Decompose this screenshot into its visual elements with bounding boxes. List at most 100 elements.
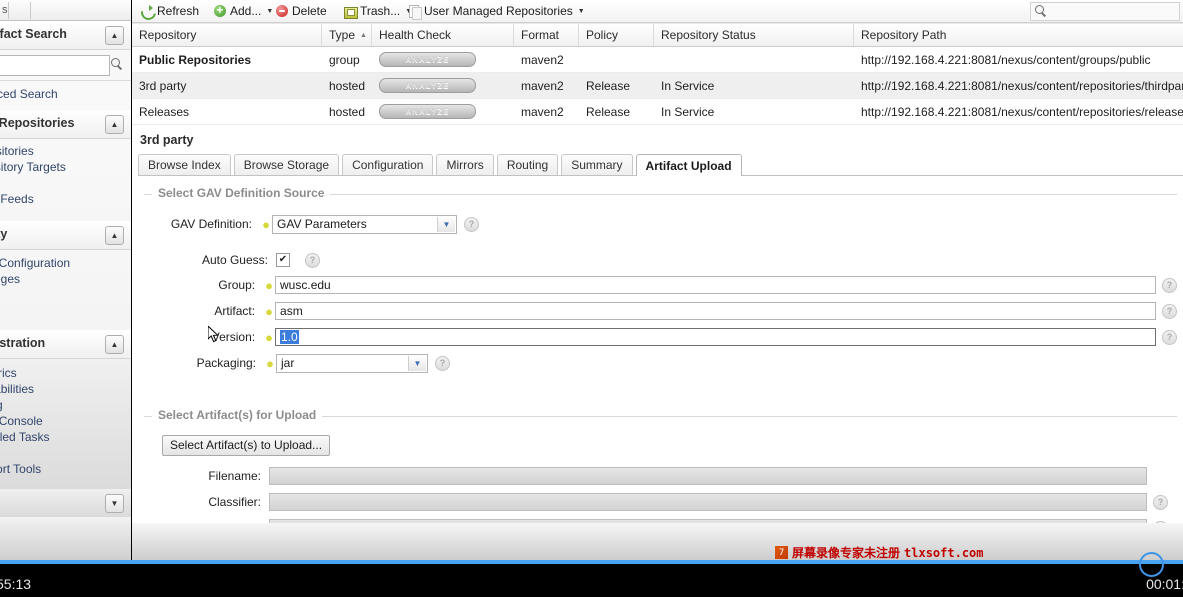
sidebar-item-metrics[interactable]: Metrics	[0, 366, 131, 382]
help-icon[interactable]: ?	[1162, 329, 1177, 345]
tab-configuration[interactable]: Configuration	[342, 154, 434, 175]
sidebar-item-label: Metrics	[0, 366, 17, 380]
sidebar-item-support-tools[interactable]: Support Tools	[0, 462, 131, 478]
table-row[interactable]: Public Repositories group ANALYZE maven2…	[132, 47, 1183, 73]
sidebar-item-server-configuration[interactable]: Server Configuration	[0, 256, 131, 272]
sidebar-item-capabilities[interactable]: Capabilities	[0, 382, 131, 398]
column-label: Repository Path	[861, 28, 947, 42]
document-icon	[407, 4, 422, 20]
column-header-format[interactable]: Format	[514, 24, 579, 46]
sidebar-item-repositories[interactable]: Repositories	[0, 144, 131, 160]
delete-button[interactable]: Delete	[272, 2, 330, 20]
delete-label: Delete	[292, 4, 327, 18]
group-input[interactable]: wusc.edu	[275, 276, 1156, 294]
sidebar-section-title: Artifact Search	[0, 27, 67, 41]
cell-repository-path[interactable]: http://192.168.4.221:8081/nexus/content/…	[854, 73, 1183, 98]
user-managed-repositories-button[interactable]: User Managed Repositories ▼	[404, 2, 588, 20]
progress-bar[interactable]	[0, 552, 1183, 577]
sidebar-item-logging[interactable]: Logging	[0, 398, 131, 414]
column-header-policy[interactable]: Policy	[579, 24, 654, 46]
sidebar-section-title: Views/Repositories	[0, 116, 75, 130]
sidebar-section-collapsed[interactable]: ▼	[0, 489, 131, 517]
tab-label: Browse Storage	[243, 158, 330, 172]
version-label: Version:	[211, 330, 256, 344]
column-header-repository-status[interactable]: Repository Status	[654, 24, 854, 46]
packaging-select[interactable]: jar ▼	[276, 353, 428, 373]
analyze-button[interactable]: ANALYZE	[379, 52, 476, 67]
sidebar-item-label: Logging	[0, 398, 3, 412]
recorder-watermark: 7 屏幕录像专家未注册 tlxsoft.com	[775, 544, 984, 560]
help-icon[interactable]: ?	[1153, 494, 1168, 510]
cell-status	[654, 47, 854, 72]
sidebar-item-privileges[interactable]: Privileges	[0, 272, 131, 288]
cell-repository-path[interactable]: http://192.168.4.221:8081/nexus/content/…	[854, 99, 1183, 124]
collapse-toggle-administration[interactable]: ▲	[105, 335, 124, 354]
column-header-repository-path[interactable]: Repository Path	[854, 24, 1183, 46]
watermark-logo-icon: 7	[775, 546, 788, 559]
collapse-toggle-security[interactable]: ▲	[105, 226, 124, 245]
sidebar-filler	[0, 517, 131, 560]
help-icon[interactable]: ?	[1162, 277, 1177, 293]
required-marker: ●	[265, 277, 273, 293]
artifact-input[interactable]: asm	[275, 302, 1156, 320]
search-icon[interactable]	[111, 58, 123, 73]
column-header-type[interactable]: Type ▲	[322, 24, 372, 46]
gav-definition-select[interactable]: GAV Parameters ▼	[272, 214, 457, 234]
auto-guess-checkbox[interactable]: ✔	[276, 253, 290, 267]
required-marker: ●	[265, 303, 273, 319]
help-icon[interactable]: ?	[1162, 303, 1177, 319]
expand-toggle-bottom[interactable]: ▼	[105, 494, 124, 513]
sidebar-tab-label: s	[2, 4, 8, 16]
sidebar-section-administration[interactable]: Administration ▲	[0, 330, 131, 359]
cell-type: hosted	[329, 78, 366, 93]
add-button[interactable]: Add... ▼	[210, 2, 276, 20]
sidebar-item-plugin-console[interactable]: Plugin Console	[0, 414, 131, 430]
analyze-button[interactable]: ANALYZE	[379, 104, 476, 119]
cell-repository-path[interactable]: http://192.168.4.221:8081/nexus/content/…	[854, 47, 1183, 72]
sidebar-item-system-feeds[interactable]: System Feeds	[0, 192, 131, 208]
table-row[interactable]: Releases hosted ANALYZE maven2 Release I…	[132, 99, 1183, 125]
toolbar-search-input[interactable]	[1030, 2, 1180, 21]
cell-policy: Release	[586, 104, 631, 119]
sidebar-section-artifact-search[interactable]: Artifact Search ▲	[0, 21, 131, 50]
help-icon[interactable]: ?	[464, 216, 479, 232]
collapse-toggle-views-repositories[interactable]: ▲	[105, 115, 124, 134]
chevron-down-icon[interactable]: ▼	[437, 216, 455, 232]
tab-artifact-upload[interactable]: Artifact Upload	[635, 154, 742, 176]
column-header-health-check[interactable]: Health Check	[372, 24, 514, 46]
help-icon[interactable]: ?	[305, 252, 320, 268]
classifier-input[interactable]	[269, 493, 1147, 511]
chevron-down-icon[interactable]: ▼	[408, 355, 426, 371]
tab-browse-index[interactable]: Browse Index	[138, 154, 231, 175]
watermark-url: tlxsoft.com	[904, 545, 984, 560]
cell-health-check: ANALYZE	[372, 99, 514, 124]
tab-routing[interactable]: Routing	[496, 154, 559, 175]
sidebar-section-security[interactable]: Security ▲	[0, 221, 131, 250]
sidebar-section-views-repositories[interactable]: Views/Repositories ▲	[0, 110, 131, 139]
upload-legend: Select Artifact(s) for Upload	[152, 408, 323, 422]
refresh-label: Refresh	[157, 4, 200, 18]
sidebar-item-advanced-search[interactable]: Advanced Search	[0, 87, 131, 103]
analyze-button[interactable]: ANALYZE	[379, 78, 476, 93]
column-header-repository[interactable]: Repository	[132, 24, 322, 46]
help-icon[interactable]: ?	[435, 355, 450, 371]
collapse-toggle-artifact-search[interactable]: ▲	[105, 26, 124, 45]
progress-knob[interactable]	[1139, 552, 1164, 577]
sidebar-item-label: Scheduled Tasks	[0, 430, 50, 444]
tab-browse-storage[interactable]: Browse Storage	[233, 154, 340, 175]
sidebar-item-repository-targets[interactable]: Repository Targets	[0, 160, 131, 176]
refresh-button[interactable]: Refresh	[137, 2, 202, 20]
tab-summary[interactable]: Summary	[561, 154, 633, 175]
sidebar-search-input[interactable]	[0, 55, 110, 76]
sidebar-item-routing[interactable]: Routing	[0, 176, 131, 192]
select-artifacts-button[interactable]: Select Artifact(s) to Upload...	[162, 434, 331, 456]
sidebar-item-scheduled-tasks[interactable]: Scheduled Tasks	[0, 430, 131, 446]
page-title: 3rd party	[140, 133, 194, 147]
tab-mirrors[interactable]: Mirrors	[436, 154, 494, 175]
trash-label: Trash...	[360, 4, 401, 18]
table-row[interactable]: 3rd party hosted ANALYZE maven2 Release …	[132, 73, 1183, 99]
version-input[interactable]: 1.0	[275, 328, 1156, 346]
column-label: Repository Status	[661, 28, 756, 42]
elapsed-time: 55:13	[0, 576, 32, 592]
gav-definition-label: GAV Definition:	[170, 217, 252, 231]
